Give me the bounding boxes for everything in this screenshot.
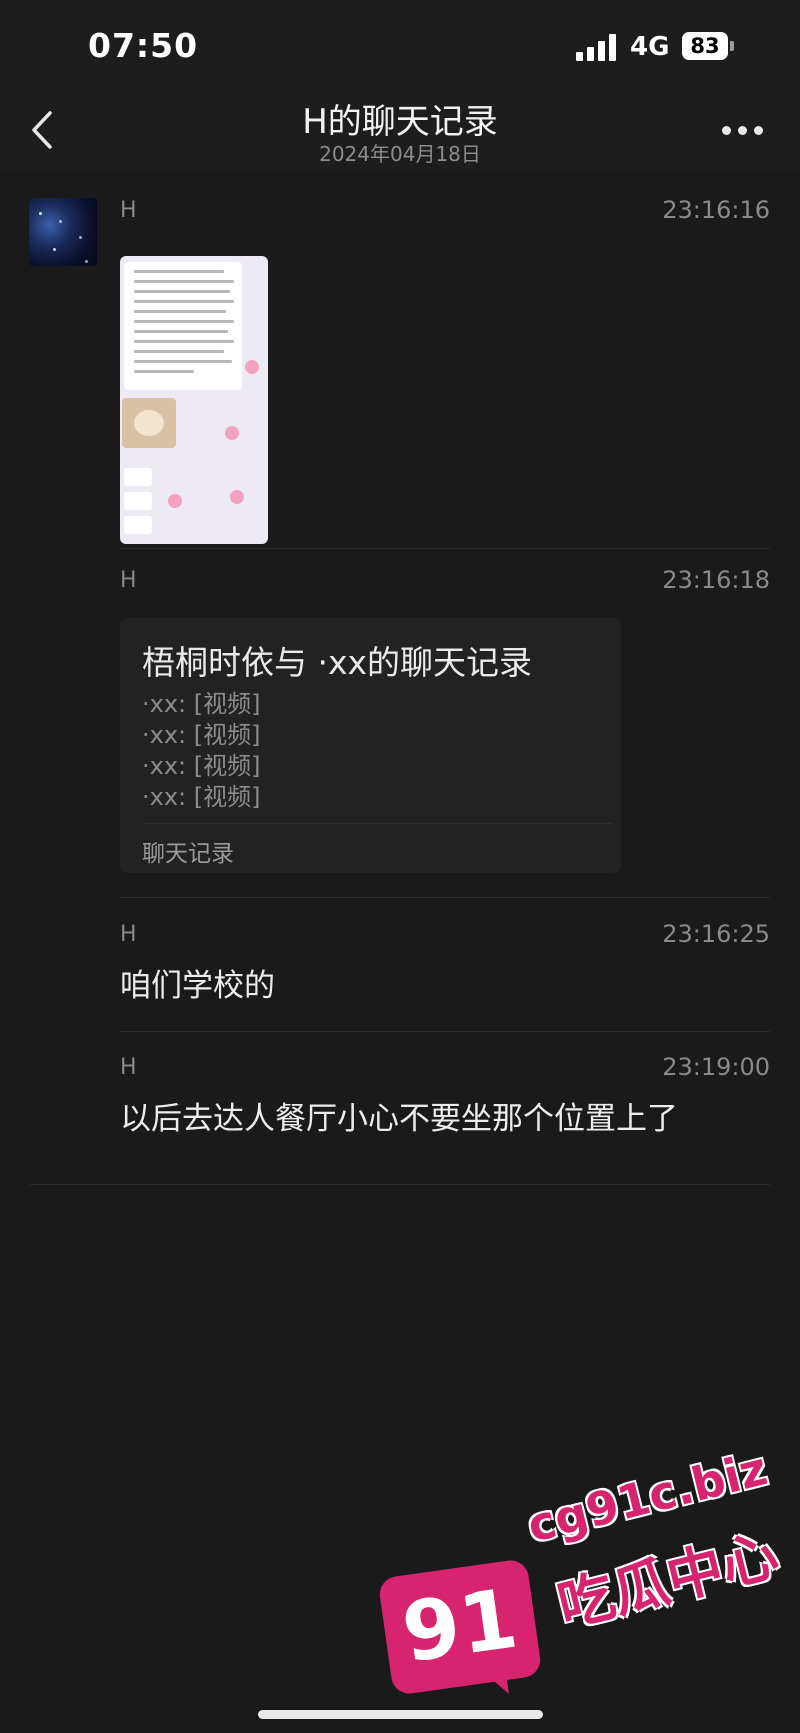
watermark-badge: 91 xyxy=(377,1558,543,1696)
card-line: ·xx: [视频] xyxy=(142,752,261,780)
message-time: 23:16:18 xyxy=(662,566,770,594)
watermark-logo: cg91c.biz 吃瓜中心 91 xyxy=(377,1440,785,1720)
message-item: H 23:16:25 咱们学校的 xyxy=(120,920,770,1022)
chat-record-card[interactable]: 梧桐时依与 ·xx的聊天记录 ·xx: [视频] ·xx: [视频] ·xx: … xyxy=(120,618,621,873)
battery-tip xyxy=(730,41,734,51)
heart-sticker xyxy=(245,360,259,374)
clock: 07:50 xyxy=(88,26,199,65)
divider xyxy=(120,548,770,549)
divider xyxy=(30,1184,770,1185)
sender-name: H xyxy=(120,568,137,593)
divider xyxy=(120,1031,770,1032)
heart-sticker xyxy=(225,426,239,440)
home-indicator[interactable] xyxy=(258,1710,543,1719)
message-time: 23:16:25 xyxy=(662,920,770,948)
avatar[interactable] xyxy=(29,198,97,266)
image-thumbnail[interactable] xyxy=(120,256,268,544)
card-line: ·xx: [视频] xyxy=(142,721,261,749)
hamster-sticker xyxy=(122,398,176,448)
card-line: ·xx: [视频] xyxy=(142,690,261,718)
message-text: 咱们学校的 xyxy=(120,968,275,1004)
heart-sticker xyxy=(168,494,182,508)
screenshot-text-bubble xyxy=(124,262,242,390)
message-time: 23:16:16 xyxy=(662,196,770,224)
page-title: H的聊天记录 xyxy=(302,102,498,142)
sender-name: H xyxy=(120,1055,137,1080)
nav-bar: H的聊天记录 2024年04月18日 xyxy=(0,90,800,170)
signal-icon xyxy=(576,33,618,61)
card-divider xyxy=(142,823,612,824)
mini-bubble xyxy=(124,492,152,510)
network-type: 4G xyxy=(630,32,670,62)
card-line: ·xx: [视频] xyxy=(142,783,261,811)
status-bar: 07:50 4G 83 xyxy=(0,0,800,90)
message-time: 23:19:00 xyxy=(662,1053,770,1081)
page-date: 2024年04月18日 xyxy=(319,142,481,166)
sender-name: H xyxy=(120,198,137,223)
message-item: H 23:16:16 xyxy=(120,190,770,550)
battery-icon: 83 xyxy=(682,32,728,60)
sender-name: H xyxy=(120,922,137,947)
mini-bubble xyxy=(124,516,152,534)
card-footer: 聊天记录 xyxy=(142,841,234,867)
message-item: H 23:19:00 以后去达人餐厅小心不要坐那个位置上了 xyxy=(120,1053,770,1165)
more-dots-icon[interactable] xyxy=(722,126,764,136)
message-text: 以后去达人餐厅小心不要坐那个位置上了 xyxy=(120,1101,678,1137)
mini-bubble xyxy=(124,468,152,486)
card-title: 梧桐时依与 ·xx的聊天记录 xyxy=(142,643,533,682)
divider xyxy=(120,897,770,898)
message-item: H 23:16:18 梧桐时依与 ·xx的聊天记录 ·xx: [视频] ·xx:… xyxy=(120,566,770,878)
watermark-badge-tail xyxy=(479,1664,509,1698)
heart-sticker xyxy=(230,490,244,504)
